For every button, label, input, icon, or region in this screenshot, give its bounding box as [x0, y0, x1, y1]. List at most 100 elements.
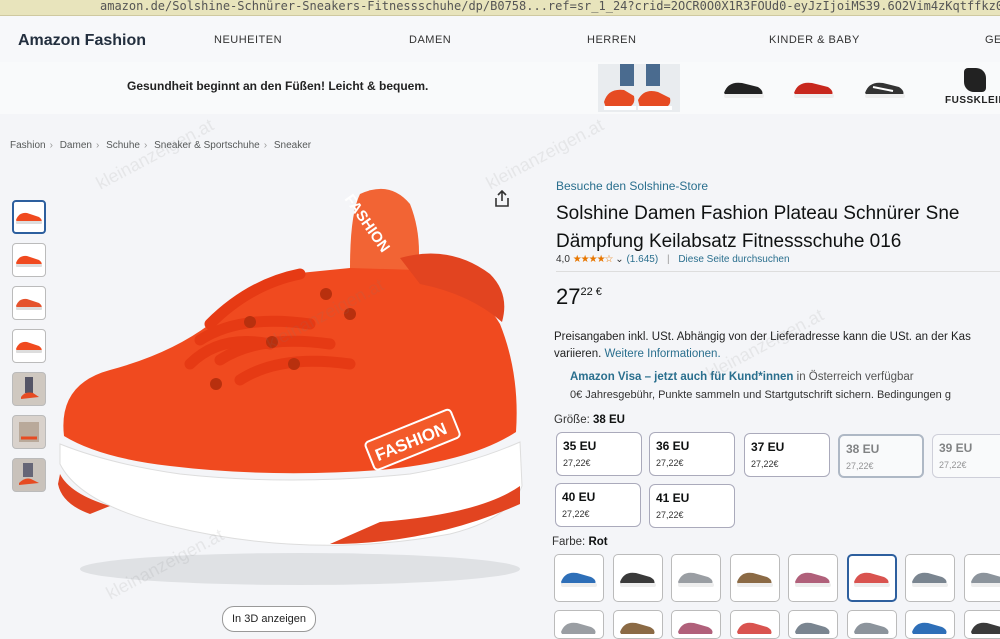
- size-price: 27,22€: [562, 509, 590, 519]
- product-title-line-2: Dämpfung Keilabsatz Fitnessschuhe 016: [556, 231, 902, 252]
- color-swatch[interactable]: [846, 610, 897, 639]
- size-name: 40 EU: [562, 490, 596, 504]
- color-swatch[interactable]: [671, 554, 721, 602]
- thumbnail-7[interactable]: [12, 458, 46, 492]
- rating-count-link[interactable]: (1.645): [626, 254, 658, 265]
- nav-link-geschenke[interactable]: GES: [985, 34, 1000, 46]
- size-label: Größe: 38 EU: [554, 414, 625, 426]
- thumbnail-2[interactable]: [12, 243, 46, 277]
- size-price: 27,22€: [656, 510, 684, 520]
- url-bar[interactable]: amazon.de/Solshine-Schnürer-Sneakers-Fit…: [0, 0, 1000, 16]
- more-info-link[interactable]: Weitere Informationen.: [605, 348, 721, 360]
- rating-row: 4,0 ★★★★☆ ⌄ (1.645) | Diese Seite durchs…: [556, 254, 790, 265]
- thumbnail-1[interactable]: [12, 200, 46, 234]
- color-swatch[interactable]: [612, 554, 663, 602]
- brand-logo[interactable]: FUSSKLEIDU: [945, 68, 1000, 112]
- size-name: 37 EU: [751, 440, 785, 454]
- product-title: Solshine Damen Fashion Plateau Schnürer …: [556, 200, 1000, 256]
- visa-offer-title[interactable]: Amazon Visa – jetzt auch für Kund*innen: [570, 371, 793, 383]
- color-swatch[interactable]: [963, 554, 1000, 602]
- color-swatch[interactable]: [554, 554, 604, 602]
- color-swatch[interactable]: [554, 610, 604, 639]
- breadcrumb-item[interactable]: Schuhe: [106, 140, 140, 151]
- color-swatch[interactable]: [612, 610, 663, 639]
- thumbnail-5[interactable]: [12, 372, 46, 406]
- thumbnail-6[interactable]: [12, 415, 46, 449]
- nav-link-neuheiten[interactable]: NEUHEITEN: [214, 34, 282, 46]
- size-price: 27,22€: [563, 458, 591, 468]
- visa-offer-suffix: in Österreich verfügbar: [796, 371, 914, 383]
- tax-note: Preisangaben inkl. USt. Abhängig von der…: [554, 329, 1000, 363]
- breadcrumb: Fashion › Damen › Schuhe › Sneaker & Sports…: [10, 140, 312, 151]
- nav-link-damen[interactable]: DAMEN: [409, 34, 451, 46]
- search-page-link[interactable]: Diese Seite durchsuchen: [678, 254, 789, 265]
- nav-link-kinder-baby[interactable]: KINDER & BABY: [769, 34, 860, 46]
- promo-model-image: [598, 64, 680, 112]
- size-option-39[interactable]: 39 EU 27,22€: [932, 434, 1000, 478]
- share-icon[interactable]: [494, 189, 510, 213]
- color-selected: Rot: [588, 536, 608, 548]
- section-divider: [556, 271, 1000, 272]
- breadcrumb-item[interactable]: Damen: [60, 140, 92, 151]
- color-swatch[interactable]: [905, 554, 955, 602]
- brand-logo-text: FUSSKLEIDU: [945, 95, 1000, 106]
- size-label-text: Größe:: [554, 414, 590, 426]
- promo-text: Gesundheit beginnt an den Füßen! Leicht …: [127, 79, 429, 93]
- visa-offer-description: 0€ Jahresgebühr, Punkte sammeln und Star…: [570, 389, 951, 401]
- product-content: Fashion › Damen › Schuhe › Sneaker & Sports…: [0, 114, 1000, 639]
- promo-shoe-red: [775, 66, 853, 110]
- thumbnail-list: [12, 200, 46, 501]
- product-main-image[interactable]: FASHION FASHION: [50, 174, 540, 594]
- star-rating-icon[interactable]: ★★★★☆: [573, 254, 614, 265]
- size-price: 27,22€: [939, 460, 967, 470]
- color-swatch[interactable]: [788, 554, 838, 602]
- price-fraction: 22 €: [580, 286, 602, 298]
- size-option-36[interactable]: 36 EU 27,22€: [649, 432, 735, 476]
- tax-note-line-1: Preisangaben inkl. USt. Abhängig von der…: [554, 331, 971, 343]
- size-price: 27,22€: [656, 458, 684, 468]
- promo-shoe-black: [705, 66, 783, 110]
- nav-link-herren[interactable]: HERREN: [587, 34, 636, 46]
- size-name: 38 EU: [846, 442, 880, 456]
- breadcrumb-item[interactable]: Sneaker: [274, 140, 311, 151]
- size-name: 36 EU: [656, 439, 690, 453]
- store-link[interactable]: Besuche den Solshine-Store: [556, 179, 708, 193]
- view-3d-button[interactable]: In 3D anzeigen: [222, 606, 316, 632]
- visa-offer[interactable]: Amazon Visa – jetzt auch für Kund*innen …: [570, 371, 914, 383]
- promo-banner[interactable]: Gesundheit beginnt an den Füßen! Leicht …: [0, 62, 1000, 115]
- thumbnail-4[interactable]: [12, 329, 46, 363]
- size-name: 35 EU: [563, 439, 597, 453]
- size-name: 41 EU: [656, 491, 690, 505]
- chevron-down-icon[interactable]: ⌄: [615, 254, 623, 265]
- size-option-35[interactable]: 35 EU 27,22€: [556, 432, 642, 476]
- product-title-line-1: Solshine Damen Fashion Plateau Schnürer …: [556, 203, 960, 224]
- size-option-40[interactable]: 40 EU 27,22€: [555, 483, 641, 527]
- size-name: 39 EU: [939, 441, 973, 455]
- rating-value: 4,0: [556, 254, 570, 265]
- color-swatch[interactable]: [905, 610, 955, 639]
- size-price: 27,22€: [751, 459, 779, 469]
- size-option-38[interactable]: 38 EU 27,22€: [838, 434, 924, 478]
- breadcrumb-item[interactable]: Sneaker & Sportschuhe: [154, 140, 260, 151]
- top-navigation: Amazon Fashion NEUHEITEN DAMEN HERREN KI…: [0, 16, 1000, 63]
- tax-note-line-2: variieren.: [554, 348, 602, 360]
- breadcrumb-item[interactable]: Fashion: [10, 140, 46, 151]
- color-label-text: Farbe:: [552, 536, 586, 548]
- thumbnail-3[interactable]: [12, 286, 46, 320]
- promo-shoe-striped: [846, 66, 924, 110]
- color-swatch[interactable]: [729, 554, 780, 602]
- size-price: 27,22€: [846, 461, 874, 471]
- brand-logo-icon: [964, 68, 986, 92]
- color-swatch[interactable]: [729, 610, 780, 639]
- size-option-41[interactable]: 41 EU 27,22€: [649, 484, 735, 528]
- size-option-37[interactable]: 37 EU 27,22€: [744, 433, 830, 477]
- brand-title[interactable]: Amazon Fashion: [18, 32, 146, 50]
- price-whole: 27: [556, 284, 581, 309]
- color-swatch[interactable]: [788, 610, 838, 639]
- divider: |: [666, 254, 670, 265]
- price: 2722 €: [556, 284, 602, 310]
- color-swatch[interactable]: [671, 610, 721, 639]
- color-swatch[interactable]: [963, 610, 1000, 639]
- color-swatch[interactable]: [846, 554, 897, 602]
- color-label: Farbe: Rot: [552, 536, 608, 548]
